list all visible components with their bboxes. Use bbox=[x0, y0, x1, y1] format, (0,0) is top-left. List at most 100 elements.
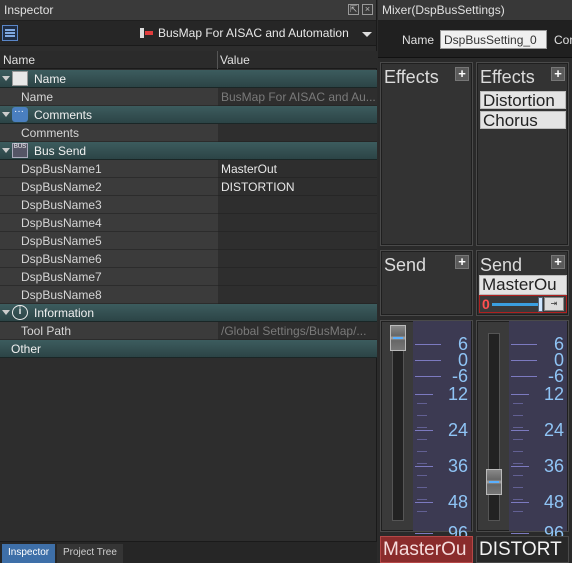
send-section[interactable]: Send + MasterOu 0 ⇥ bbox=[476, 250, 569, 316]
property-row-dspbusname5[interactable]: DspBusName5 bbox=[0, 232, 377, 250]
scale-minor-tick bbox=[513, 499, 523, 500]
close-icon[interactable]: × bbox=[362, 4, 373, 15]
add-send-button[interactable]: + bbox=[455, 255, 469, 269]
tab-project-tree[interactable]: Project Tree bbox=[57, 544, 123, 563]
send-level-slider[interactable]: 0 ⇥ bbox=[479, 295, 567, 313]
category-label: Comments bbox=[34, 108, 93, 122]
property-value[interactable]: /Global Settings/BusMap/... bbox=[218, 322, 377, 340]
property-row-name[interactable]: Name BusMap For AISAC and Au... bbox=[0, 88, 377, 106]
send-section[interactable]: Send + bbox=[380, 250, 473, 316]
bus-icon: BUS bbox=[12, 143, 28, 158]
property-row-dspbusname1[interactable]: DspBusName1 MasterOut bbox=[0, 160, 377, 178]
category-information[interactable]: i Information bbox=[0, 304, 377, 322]
scale-minor-tick bbox=[417, 415, 427, 416]
scale-tick-label: 12 bbox=[447, 384, 468, 404]
scale-minor-tick bbox=[417, 475, 427, 476]
property-label: Comments bbox=[0, 124, 218, 142]
send-slider-track[interactable] bbox=[492, 303, 542, 306]
expand-arrow-icon[interactable] bbox=[2, 76, 10, 81]
scale-tick-label: -6 bbox=[547, 366, 564, 386]
property-row-tool-path[interactable]: Tool Path /Global Settings/BusMap/... bbox=[0, 322, 377, 340]
property-value[interactable] bbox=[218, 286, 377, 304]
property-value[interactable] bbox=[218, 250, 377, 268]
scale-minor-tick bbox=[513, 451, 523, 452]
scale-tick-label: 36 bbox=[543, 456, 564, 476]
property-row-dspbusname6[interactable]: DspBusName6 bbox=[0, 250, 377, 268]
effects-section[interactable]: Effects + Distortion Chorus bbox=[476, 62, 569, 246]
con-label: Con bbox=[554, 33, 572, 47]
scale-tick bbox=[415, 376, 441, 377]
name-field[interactable] bbox=[440, 30, 547, 49]
property-row-dspbusname2[interactable]: DspBusName2 DISTORTION bbox=[0, 178, 377, 196]
list-view-icon[interactable] bbox=[2, 25, 18, 41]
mixer-panel: Mixer(DspBusSettings) Name Con Effects +… bbox=[378, 0, 572, 563]
property-row-comments[interactable]: Comments bbox=[0, 124, 377, 142]
scale-tick bbox=[415, 533, 433, 534]
name-label: Name bbox=[402, 33, 435, 47]
property-row-dspbusname4[interactable]: DspBusName4 bbox=[0, 214, 377, 232]
property-value[interactable] bbox=[218, 214, 377, 232]
chevron-down-icon[interactable] bbox=[362, 32, 372, 37]
property-row-dspbusname7[interactable]: DspBusName7 bbox=[0, 268, 377, 286]
send-title: Send bbox=[480, 255, 523, 275]
target-name: BusMap For AISAC and Automation bbox=[158, 26, 349, 40]
property-row-dspbusname3[interactable]: DspBusName3 bbox=[0, 196, 377, 214]
property-label: Name bbox=[0, 88, 218, 106]
property-value[interactable] bbox=[218, 232, 377, 250]
mixer-title-bar: Mixer(DspBusSettings) bbox=[378, 0, 572, 21]
category-other[interactable]: Other bbox=[0, 340, 377, 358]
expand-arrow-icon[interactable] bbox=[2, 148, 10, 153]
add-effect-button[interactable]: + bbox=[551, 67, 565, 81]
property-value[interactable]: BusMap For AISAC and Au... bbox=[218, 88, 377, 106]
property-value[interactable] bbox=[218, 196, 377, 214]
property-value[interactable] bbox=[218, 124, 377, 142]
category-bus-send[interactable]: BUS Bus Send bbox=[0, 142, 377, 160]
tab-inspector[interactable]: Inspector bbox=[2, 544, 56, 563]
property-value[interactable]: DISTORTION bbox=[218, 178, 377, 196]
category-comments[interactable]: Comments bbox=[0, 106, 377, 124]
add-send-button[interactable]: + bbox=[551, 255, 565, 269]
expand-arrow-icon[interactable] bbox=[2, 112, 10, 117]
scale-minor-tick bbox=[417, 463, 427, 464]
title-controls: ⇱ × bbox=[348, 4, 373, 15]
scale-minor-tick bbox=[513, 487, 523, 488]
level-scale: 6 0 -6 12 24 36 48 96 bbox=[413, 321, 471, 542]
send-slider-knob[interactable] bbox=[538, 297, 543, 312]
add-effect-button[interactable]: + bbox=[455, 67, 469, 81]
target-selector[interactable]: BusMap For AISAC and Automation bbox=[138, 26, 349, 40]
comment-icon bbox=[12, 106, 28, 122]
column-header-name[interactable]: Name bbox=[3, 53, 35, 67]
scale-tick bbox=[415, 466, 433, 467]
fader-knob[interactable] bbox=[390, 325, 406, 351]
scale-tick-label: 48 bbox=[447, 492, 468, 512]
category-name[interactable]: Name bbox=[0, 70, 377, 88]
effects-title: Effects bbox=[384, 67, 439, 87]
send-level-value: 0 bbox=[482, 296, 490, 312]
effect-item[interactable]: Chorus bbox=[480, 111, 566, 129]
scale-tick bbox=[415, 344, 441, 345]
property-row-dspbusname8[interactable]: DspBusName8 bbox=[0, 286, 377, 304]
float-icon[interactable]: ⇱ bbox=[348, 4, 359, 15]
column-header-value[interactable]: Value bbox=[220, 53, 250, 67]
scale-tick-label: 36 bbox=[447, 456, 468, 476]
effects-section[interactable]: Effects + bbox=[380, 62, 473, 246]
category-label: Bus Send bbox=[34, 144, 87, 158]
effect-item[interactable]: Distortion bbox=[480, 91, 566, 109]
send-item[interactable]: MasterOu bbox=[479, 275, 567, 295]
fader-knob[interactable] bbox=[486, 469, 502, 495]
bus-name-label[interactable]: MasterOu bbox=[380, 536, 473, 563]
inspector-toolbar: BusMap For AISAC and Automation bbox=[0, 21, 376, 46]
scale-tick bbox=[511, 360, 537, 361]
scale-minor-tick bbox=[513, 511, 523, 512]
fader-track[interactable] bbox=[392, 333, 404, 521]
bus-name-label[interactable]: DISTORT bbox=[476, 536, 569, 563]
column-separator[interactable] bbox=[217, 51, 218, 69]
scale-tick-label: 48 bbox=[543, 492, 564, 512]
property-label: DspBusName1 bbox=[0, 160, 218, 178]
property-value[interactable]: MasterOut bbox=[218, 160, 377, 178]
send-route-icon[interactable]: ⇥ bbox=[544, 297, 564, 311]
expand-arrow-icon[interactable] bbox=[2, 310, 10, 315]
property-value[interactable] bbox=[218, 268, 377, 286]
scale-minor-tick bbox=[417, 451, 427, 452]
scale-minor-tick bbox=[417, 499, 427, 500]
